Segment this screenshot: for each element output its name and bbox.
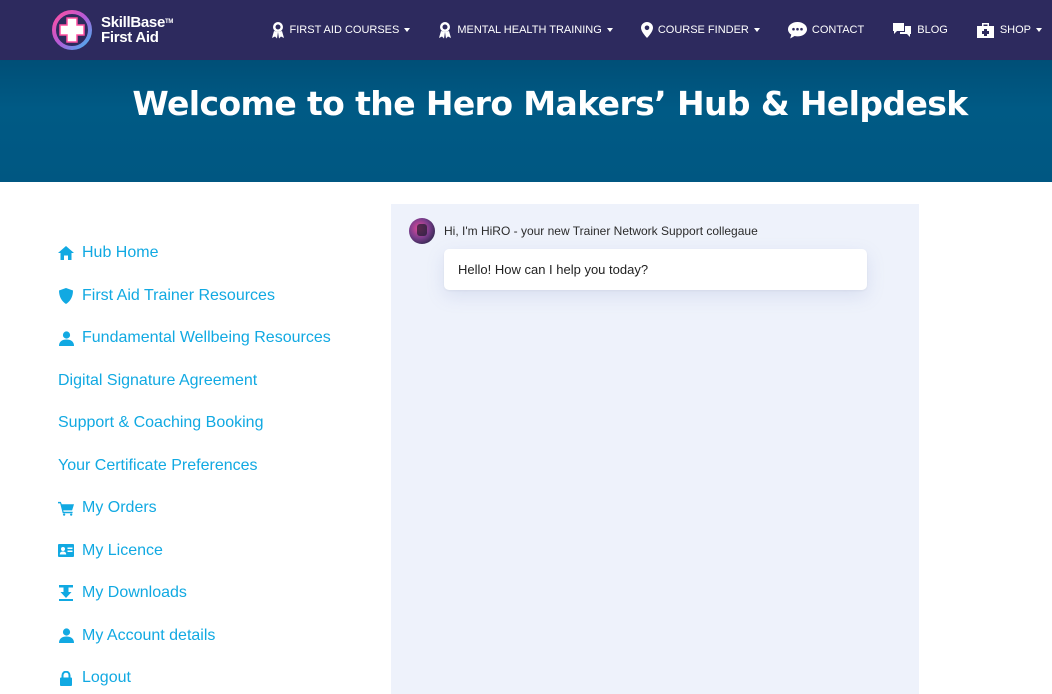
map-pin-icon	[640, 22, 653, 38]
nav-course-finder[interactable]: COURSE FINDER	[640, 22, 760, 38]
award-icon	[439, 22, 452, 39]
sidebar-item-my-downloads[interactable]: My Downloads	[58, 582, 378, 604]
user-icon	[58, 628, 74, 644]
download-icon	[58, 585, 74, 601]
nav-first-aid-courses[interactable]: FIRST AID COURSES	[271, 21, 411, 39]
sidebar-item-my-account-details[interactable]: My Account details	[58, 625, 378, 647]
sidebar-item-logout[interactable]: Logout	[58, 667, 378, 689]
chevron-down-icon	[404, 28, 411, 32]
sidebar-item-digital-signature-agreement[interactable]: Digital Signature Agreement	[58, 370, 378, 392]
nav-contact[interactable]: CONTACT	[787, 21, 864, 39]
brand-logo[interactable]: SkillBaseTM First Aid	[52, 9, 174, 51]
nav-mental-health-training[interactable]: MENTAL HEALTH TRAINING	[438, 21, 613, 39]
id-card-icon	[58, 543, 74, 559]
nav-shop[interactable]: SHOP	[976, 22, 1042, 39]
shield-icon	[58, 287, 74, 304]
sidebar-item-support-coaching-booking[interactable]: Support & Coaching Booking	[58, 412, 378, 434]
page-title: Welcome to the Hero Makers’ Hub & Helpde…	[132, 84, 968, 123]
support-chat-panel: Hi, I'm HiRO - your new Trainer Network …	[391, 204, 919, 694]
sidebar-item-my-licence[interactable]: My Licence	[58, 540, 378, 562]
sidebar-item-fundamental-wellbeing-resources[interactable]: Fundamental Wellbeing Resources	[58, 327, 378, 349]
nav-blog[interactable]: BLOG	[892, 22, 948, 39]
first-aid-cross-icon	[52, 10, 98, 50]
main-menu: FIRST AID COURSES MENTAL HEALTH TRAINING…	[271, 0, 1042, 60]
top-navbar: SkillBaseTM First Aid FIRST AID COURSES …	[0, 0, 1052, 60]
chat-bubble-icon	[787, 21, 807, 38]
comments-icon	[893, 22, 912, 37]
chevron-down-icon	[606, 28, 613, 32]
bot-avatar	[409, 218, 435, 244]
hero-banner: Welcome to the Hero Makers’ Hub & Helpde…	[0, 60, 1052, 182]
user-icon	[58, 330, 74, 346]
chevron-down-icon	[1036, 28, 1042, 32]
chat-message-bubble: Hello! How can I help you today?	[444, 249, 867, 290]
chevron-down-icon	[753, 28, 760, 32]
account-sidebar: Hub Home First Aid Trainer Resources Fun…	[58, 242, 378, 694]
bot-intro-text: Hi, I'm HiRO - your new Trainer Network …	[444, 224, 758, 238]
chat-message-text: Hello! How can I help you today?	[458, 262, 649, 277]
sidebar-item-certificate-preferences[interactable]: Your Certificate Preferences	[58, 455, 378, 477]
sidebar-item-my-orders[interactable]: My Orders	[58, 497, 378, 519]
cart-icon	[58, 500, 74, 516]
medkit-icon	[976, 22, 994, 38]
chat-bot-header: Hi, I'm HiRO - your new Trainer Network …	[409, 218, 758, 244]
sidebar-item-hub-home[interactable]: Hub Home	[58, 242, 378, 264]
award-icon	[271, 22, 284, 39]
sidebar-item-first-aid-trainer-resources[interactable]: First Aid Trainer Resources	[58, 285, 378, 307]
home-icon	[58, 245, 74, 261]
lock-icon	[58, 670, 74, 686]
brand-name: SkillBaseTM First Aid	[101, 14, 174, 46]
